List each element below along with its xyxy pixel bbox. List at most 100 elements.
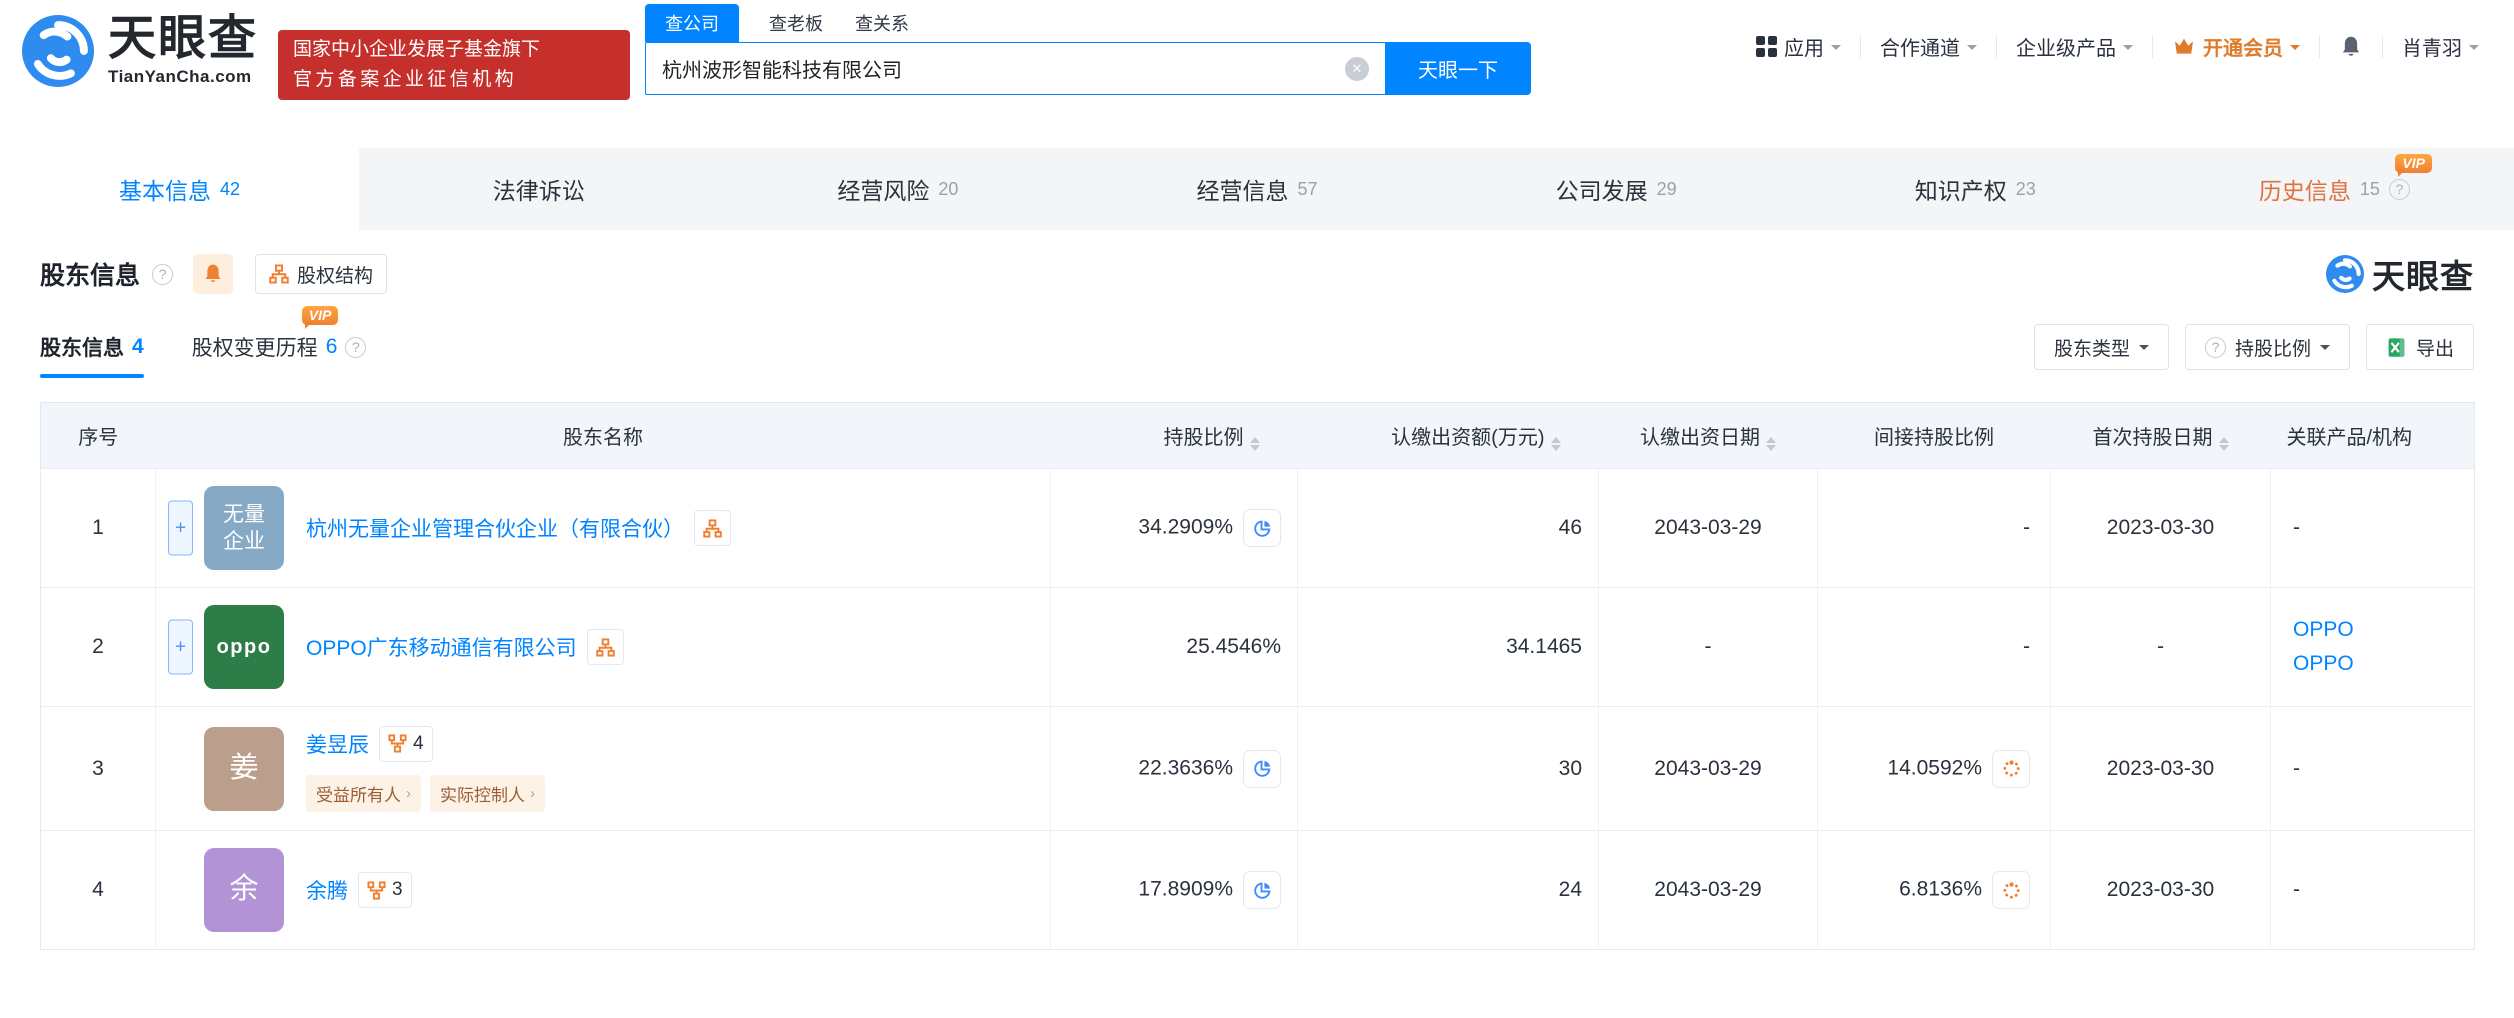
indirect-ratio-cell: 14.0592% (1817, 706, 2051, 831)
col-holding-ratio[interactable]: 持股比例 (1050, 402, 1298, 469)
avatar-text: 无量 (223, 502, 265, 526)
nav-apps-label: 应用 (1784, 38, 1824, 60)
sort-icon[interactable] (1766, 436, 1776, 451)
related-products-cell: - (2270, 706, 2475, 831)
shareholder-type-dropdown[interactable]: 股东类型 (2033, 324, 2169, 370)
shareholder-table: 序号 股东名称 持股比例 认缴出资额(万元) 认缴出资日期 间接持股比例 首次持… (40, 402, 2475, 950)
related-product-link[interactable]: OPPO (2293, 652, 2474, 676)
col-indirect-ratio: 间接持股比例 (1817, 402, 2051, 469)
dotted-ring-icon (2002, 880, 2020, 899)
col-first-holding-date[interactable]: 首次持股日期 (2050, 402, 2271, 469)
holding-ratio-cell: 22.3636% (1050, 706, 1298, 831)
tab-basic-info[interactable]: 基本信息 42 (0, 148, 360, 230)
relation-graph-button[interactable]: 4 (379, 725, 433, 762)
vip-badge: VIP (2395, 154, 2432, 177)
help-icon[interactable] (152, 263, 174, 285)
sort-icon[interactable] (2218, 436, 2229, 451)
search-tab-relation[interactable]: 查关系 (853, 4, 911, 42)
subtab-shareholder-info[interactable]: 股东信息 4 (40, 332, 144, 378)
help-icon[interactable] (345, 336, 367, 358)
help-icon[interactable] (2388, 178, 2410, 200)
related-product-link[interactable]: OPPO (2293, 618, 2474, 642)
tab-count: 23 (2015, 178, 2036, 199)
chevron-down-icon (2123, 44, 2133, 55)
subscribed-amount-cell: 46 (1297, 468, 1599, 588)
nav-partner-label: 合作通道 (1880, 38, 1960, 60)
relation-graph-count: 4 (413, 732, 424, 754)
search-tab-boss[interactable]: 查老板 (767, 4, 825, 42)
tab-label: 知识产权 (1914, 178, 2007, 204)
actual-controller-tag[interactable]: 实际控制人 (430, 774, 545, 812)
col-shareholder-name: 股东名称 (155, 402, 1051, 469)
search-input[interactable] (645, 42, 1385, 95)
tab-company-development[interactable]: 公司发展 29 (1437, 148, 1796, 230)
indirect-holding-button[interactable] (1992, 871, 2030, 909)
subscribed-date-cell: 2043-03-29 (1598, 830, 1818, 950)
avatar: 余 (204, 848, 284, 932)
subtab-equity-change-history[interactable]: VIP 股权变更历程 6 (192, 306, 367, 378)
sort-icon[interactable] (1249, 436, 1260, 451)
tab-label: 经营风险 (837, 178, 930, 204)
shareholder-name-link[interactable]: 余腾 (306, 875, 348, 905)
sort-icon[interactable] (1550, 436, 1561, 451)
equity-structure-mini-button[interactable] (586, 629, 624, 665)
nav-open-vip[interactable]: 开通会员 (2153, 32, 2319, 61)
subtab-label: 股东信息 (40, 337, 124, 360)
beneficial-owner-tag[interactable]: 受益所有人 (306, 774, 421, 812)
equity-structure-icon (703, 518, 722, 538)
tab-business-info[interactable]: 经营信息 57 (1077, 148, 1436, 230)
certification-badge: 国家中小企业发展子基金旗下 官方备案企业征信机构 (278, 30, 630, 100)
search-tab-company[interactable]: 查公司 (645, 4, 739, 42)
holding-ratio-value: 34.2909% (1138, 515, 1233, 539)
pie-chart-button[interactable] (1243, 871, 1281, 909)
holding-ratio-dropdown[interactable]: 持股比例 (2184, 324, 2350, 370)
tab-history-info[interactable]: VIP 历史信息 15 (2155, 148, 2514, 230)
pie-chart-button[interactable] (1243, 749, 1281, 788)
shareholder-name-link[interactable]: OPPO广东移动通信有限公司 (306, 632, 577, 662)
shareholder-name-link[interactable]: 姜昱辰 (306, 729, 369, 759)
bell-icon (205, 264, 221, 282)
apps-grid-icon (1756, 36, 1777, 57)
clear-icon[interactable] (1345, 57, 1369, 81)
nav-apps[interactable]: 应用 (1737, 32, 1860, 61)
tianyancha-swirl-icon (2326, 255, 2364, 293)
top-nav: 应用 合作通道 企业级产品 开通会员 肖青羽 (1737, 32, 2498, 61)
equity-structure-button[interactable]: 股权结构 (255, 254, 388, 294)
excel-icon (2387, 336, 2406, 358)
nav-enterprise[interactable]: 企业级产品 (1997, 32, 2152, 61)
row-index: 4 (40, 830, 156, 950)
relation-graph-icon (367, 880, 386, 900)
col-subscribed-date[interactable]: 认缴出资日期 (1598, 402, 1818, 469)
equity-structure-icon (595, 637, 615, 657)
equity-structure-mini-button[interactable] (694, 510, 731, 546)
subscribe-bell-button[interactable] (193, 254, 234, 294)
pie-chart-icon (1253, 881, 1271, 899)
subscribed-amount-cell: 30 (1297, 706, 1599, 831)
tab-operation-risk[interactable]: 经营风险 20 (718, 148, 1077, 230)
tab-count: 15 (2359, 178, 2380, 199)
expand-button[interactable]: + (168, 500, 193, 556)
related-products-cell: OPPO OPPO (2270, 587, 2475, 707)
avatar-text: 姜 (229, 751, 259, 784)
search-tabs: 查公司 查老板 查关系 (645, 4, 1531, 42)
tianyancha-logo[interactable]: 天眼查 TianYanCha.com (22, 13, 258, 87)
shareholder-name-link[interactable]: 杭州无量企业管理合伙企业（有限合伙） (306, 513, 684, 543)
search-button[interactable]: 天眼一下 (1385, 42, 1531, 95)
search-area: 查公司 查老板 查关系 天眼一下 (645, 4, 1531, 95)
tab-intellectual-property[interactable]: 知识产权 23 (1796, 148, 2155, 230)
expand-button[interactable]: + (168, 619, 193, 675)
pie-chart-button[interactable] (1243, 509, 1281, 547)
export-button[interactable]: 导出 (2365, 324, 2474, 370)
tab-legal[interactable]: 法律诉讼 (359, 148, 718, 230)
nav-enterprise-label: 企业级产品 (2016, 38, 2116, 60)
dotted-ring-icon (2002, 759, 2020, 777)
chevron-down-icon (1831, 44, 1841, 55)
nav-user[interactable]: 肖青羽 (2383, 32, 2498, 61)
relation-graph-button[interactable]: 3 (358, 872, 412, 908)
subscribed-date-cell: - (1598, 587, 1818, 707)
export-label: 导出 (2415, 338, 2454, 360)
indirect-holding-button[interactable] (1992, 749, 2030, 788)
col-subscribed-amount[interactable]: 认缴出资额(万元) (1297, 402, 1599, 469)
nav-partner[interactable]: 合作通道 (1861, 32, 1996, 61)
nav-notifications[interactable] (2320, 35, 2382, 59)
